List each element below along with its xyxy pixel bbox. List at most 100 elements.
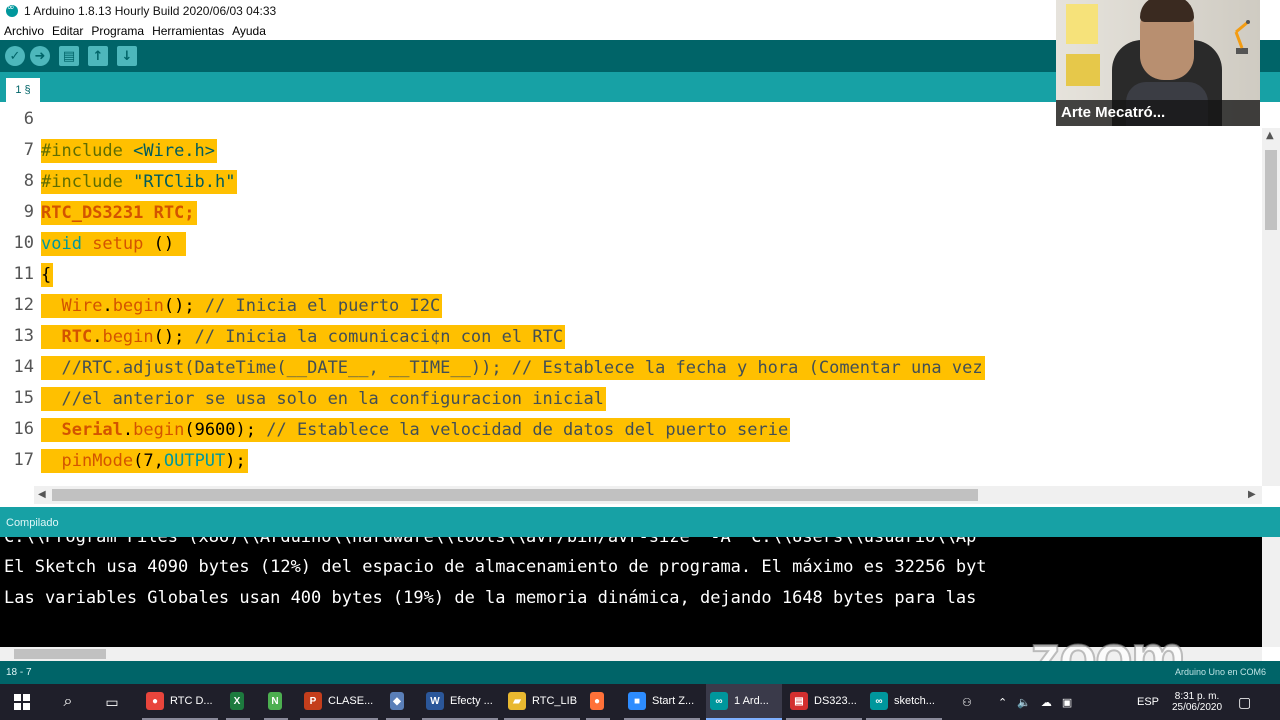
line-number: 13 [13,326,34,346]
taskbar-app[interactable]: ▰ RTC_LIB [504,684,580,720]
code-token: begin [112,296,164,316]
participant-name: Arte Mecatró... [1056,100,1260,126]
code-line[interactable]: 7 #include <Wire.h> [0,135,1262,166]
code-token: #include [41,172,134,192]
line-number: 16 [13,419,34,439]
robot-arm-icon [1234,20,1250,54]
task-view-button[interactable]: ▭ [96,684,128,720]
code-line[interactable]: 8 #include "RTClib.h" [0,166,1262,197]
line-number: 11 [13,264,34,284]
cloud-icon[interactable]: ☁ [1041,696,1052,709]
open-icon[interactable]: ↑ [88,46,108,66]
code-text[interactable]: //el anterior se usa solo en la configur… [41,387,606,411]
save-icon[interactable]: ↓ [117,46,137,66]
volume-icon[interactable]: 🔈 [1017,696,1031,709]
code-text[interactable]: //RTC.adjust(DateTime(__DATE__, __TIME__… [41,356,985,380]
code-text[interactable]: Serial.begin(9600); // Establece la velo… [41,418,791,442]
app-icon: ● [146,692,164,710]
verify-icon[interactable]: ✓ [5,46,25,66]
new-icon[interactable]: ▤ [59,46,79,66]
code-line[interactable]: 12 Wire.begin(); // Inicia el puerto I2C [0,290,1262,321]
code-token: (9600); [184,420,267,440]
code-text[interactable]: pinMode(7,OUTPUT); [41,449,248,473]
menu-editar[interactable]: Editar [52,24,83,38]
upload-icon[interactable]: ➜ [30,46,50,66]
system-tray-icons[interactable]: ⌃ 🔈 ☁ ▣ [998,684,1094,720]
menu-programa[interactable]: Programa [91,24,144,38]
line-number: 10 [13,233,34,253]
code-token: // Establece la velocidad de datos del p… [266,420,789,440]
chevron-up-icon[interactable]: ⌃ [998,696,1007,709]
code-line[interactable]: 13 RTC.begin(); // Inicia la comunicaci¢… [0,321,1262,352]
console-hscroll-thumb[interactable] [14,649,106,659]
code-line[interactable]: 16 Serial.begin(9600); // Establece la v… [0,414,1262,445]
taskbar-app[interactable]: ● [586,684,610,720]
editor-hscroll-thumb[interactable] [52,489,978,501]
taskbar-app-label: Efecty ... [450,695,493,707]
taskbar-app[interactable]: P CLASE... [300,684,378,720]
code-text[interactable]: #include "RTClib.h" [41,170,238,194]
console-vertical-scrollbar[interactable] [1262,537,1280,647]
tab-sketch[interactable]: 1 § [6,78,40,102]
editor-horizontal-scrollbar[interactable]: ◀ ▶ [34,486,1262,504]
notification-icon: ▢ [1238,693,1252,710]
code-line[interactable]: 14 //RTC.adjust(DateTime(__DATE__, __TIM… [0,352,1262,383]
code-token: Wire [61,296,103,316]
status-text: Compilado [6,517,59,529]
taskbar-app[interactable]: N [264,684,288,720]
search-button[interactable]: ⌕ [52,684,84,720]
console-line: C:\\Program Files (x86)\\Arduino\\hardwa… [4,537,977,547]
code-text[interactable]: RTC.begin(); // Inicia la comunicaci¢n c… [41,325,566,349]
scroll-left-icon[interactable]: ◀ [38,489,46,500]
code-text[interactable]: Wire.begin(); // Inicia el puerto I2C [41,294,443,318]
taskbar-app[interactable]: W Efecty ... [422,684,498,720]
code-text[interactable]: void setup () [41,232,187,256]
code-line[interactable]: 10 void setup () [0,228,1262,259]
notifications-button[interactable]: ▢ [1238,684,1258,720]
menu-ayuda[interactable]: Ayuda [232,24,266,38]
taskbar-app-label: Start Z... [652,695,695,707]
code-line[interactable]: 11 { [0,259,1262,290]
code-text[interactable]: RTC_DS3231 RTC; [41,201,197,225]
code-token: setup [92,234,154,254]
taskbar-app[interactable]: ▤ DS323... [786,684,862,720]
code-line[interactable]: 9 RTC_DS3231 RTC; [0,197,1262,228]
code-line[interactable]: 17 pinMode(7,OUTPUT); [0,445,1262,476]
taskbar-app-label: DS323... [814,695,857,707]
taskbar-app[interactable]: ∞ sketch... [866,684,942,720]
app-icon: W [426,692,444,710]
scroll-right-icon[interactable]: ▶ [1248,489,1256,500]
code-token: (7, [133,451,164,471]
webcam-video: Arte Mecatró... [1056,0,1260,126]
code-editor[interactable]: 6 7 #include <Wire.h> 8 #include "RTClib.h" 9… [0,102,1262,486]
menu-archivo[interactable]: Archivo [4,24,44,38]
taskbar-app[interactable]: ◆ [386,684,410,720]
code-token: <Wire.h> [133,141,216,161]
clock[interactable]: 8:31 p. m. 25/06/2020 [1166,684,1228,720]
code-token: //RTC.adjust(DateTime(__DATE__, __TIME__… [41,358,983,378]
menu-herramientas[interactable]: Herramientas [152,24,224,38]
taskbar-app[interactable]: ■ Start Z... [624,684,700,720]
editor-vscroll-thumb[interactable] [1265,150,1277,230]
language-indicator[interactable]: ESP [1137,684,1159,720]
start-button[interactable] [0,684,44,720]
scroll-up-icon[interactable]: ▲ [1266,130,1274,141]
taskbar-app[interactable]: X [226,684,250,720]
code-token: . [92,327,103,347]
code-text[interactable]: #include <Wire.h> [41,139,218,163]
code-text[interactable]: { [41,263,54,287]
taskbar-app[interactable]: ∞ 1 Ard... [706,684,782,720]
app-icon: ▰ [508,692,526,710]
people-button[interactable]: ⚇ [962,684,982,720]
editor-vertical-scrollbar[interactable]: ▲ [1262,128,1280,486]
network-icon[interactable]: ▣ [1062,696,1072,709]
code-token: "RTClib.h" [133,172,236,192]
code-line[interactable]: 15 //el anterior se usa solo en la confi… [0,383,1262,414]
taskbar-app[interactable]: ● RTC D... [142,684,218,720]
clock-date: 25/06/2020 [1171,702,1223,713]
app-icon: ▤ [790,692,808,710]
line-number: 17 [13,450,34,470]
app-icon: ∞ [710,692,728,710]
